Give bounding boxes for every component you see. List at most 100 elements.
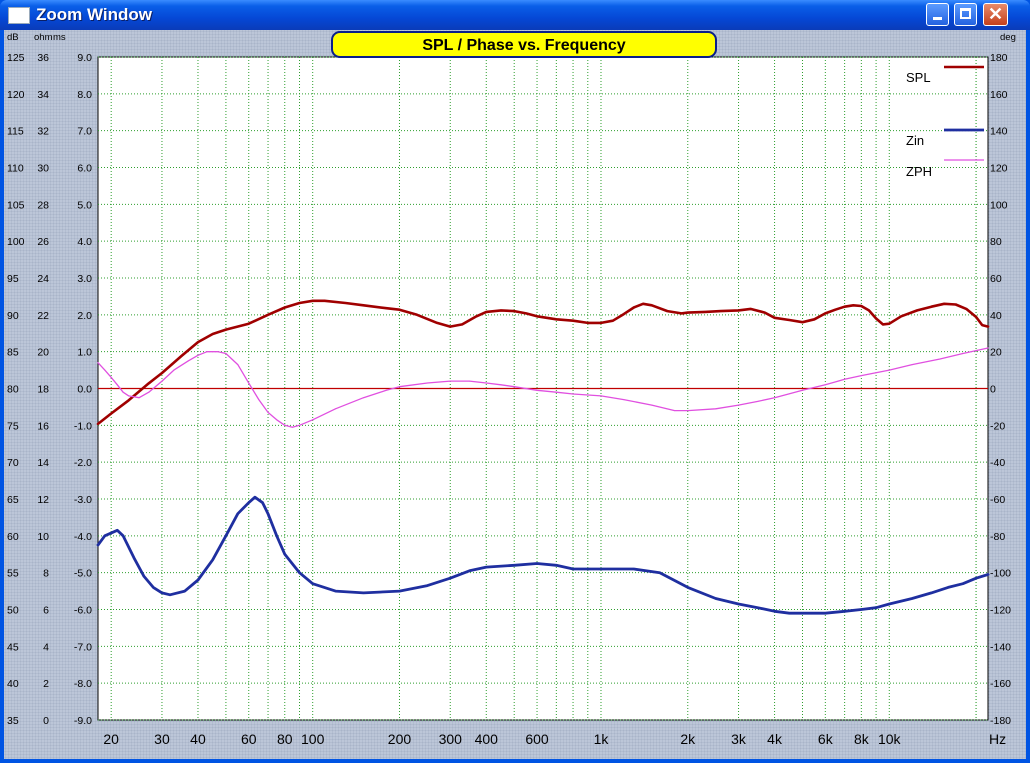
series-spl-point: [587, 322, 589, 324]
xtick-label: 1k: [594, 731, 610, 747]
close-button[interactable]: ✕: [983, 3, 1008, 26]
xtick-label: 300: [439, 731, 463, 747]
series-spl-point: [180, 355, 182, 357]
series-zin-point: [485, 566, 487, 568]
ytick-deg: -20: [990, 420, 1005, 432]
series-zph-point: [860, 375, 862, 377]
series-spl-point: [813, 318, 815, 320]
ytick-db: 40: [7, 678, 19, 690]
ytick-ms: -5.0: [74, 568, 92, 580]
series-zin-point: [426, 585, 428, 587]
series-spl-point: [774, 317, 776, 319]
ytick-ms: 0.0: [77, 384, 92, 396]
series-zin-point: [399, 590, 400, 592]
unit-ohm: ohm: [34, 32, 53, 43]
series-zph-point: [363, 397, 364, 399]
series-zph-point: [757, 400, 759, 402]
ytick-deg: 60: [990, 273, 1002, 285]
series-spl-point: [738, 309, 739, 311]
series-spl-point: [225, 329, 227, 331]
series-zph-point: [138, 397, 140, 399]
series-spl-point: [802, 321, 803, 323]
series-spl-point: [680, 312, 682, 314]
xtick-label: 200: [388, 731, 412, 747]
window-icon[interactable]: [8, 7, 30, 24]
ytick-db: 90: [7, 310, 19, 322]
legend-zin-label: Zin: [906, 133, 924, 148]
ytick-ohm: 26: [37, 236, 49, 248]
title-bar[interactable]: Zoom Window ✕: [0, 0, 1030, 30]
series-zin-point: [738, 603, 739, 605]
ytick-ms: -1.0: [74, 420, 92, 432]
series-zin-point: [267, 513, 269, 515]
xtick-label: 3k: [731, 731, 747, 747]
series-spl-point: [916, 309, 918, 311]
zoom-window: Zoom Window ✕ SPL Zin ZPH 125 36 9.0 120 34 8.0…: [0, 0, 1030, 763]
series-zin-point: [184, 590, 186, 592]
xtick-label: 400: [475, 731, 499, 747]
ytick-ms: -6.0: [74, 605, 92, 617]
ytick-ohm: 30: [37, 163, 49, 175]
series-zph-point: [291, 426, 293, 428]
ytick-deg: 180: [990, 52, 1008, 64]
series-spl-point: [212, 333, 214, 335]
series-zph-point: [485, 382, 487, 384]
series-zin-point: [888, 603, 890, 605]
ytick-db: 110: [7, 163, 24, 175]
ytick-ohm: 2: [43, 678, 49, 690]
series-zph-point: [399, 386, 400, 388]
series-spl-point: [788, 319, 790, 321]
ytick-ms: 1.0: [77, 347, 92, 359]
series-zin-point: [987, 574, 989, 575]
series-zph-point: [276, 419, 278, 421]
xtick-label: 6k: [818, 731, 834, 747]
ytick-db: 80: [7, 384, 19, 396]
series-zin-point: [276, 535, 278, 537]
series-spl-point: [500, 309, 502, 311]
series-zph-point: [122, 391, 124, 393]
series-spl-point: [461, 323, 463, 325]
series-zph-point: [824, 384, 826, 386]
xtick-label: 100: [301, 731, 325, 747]
ytick-ms: 3.0: [77, 273, 92, 285]
chart-title: SPL / Phase vs. Frequency: [422, 37, 625, 54]
xtick-label: 30: [154, 731, 170, 747]
series-zin-point: [169, 594, 171, 596]
series-zin-point: [262, 502, 264, 504]
ytick-ms: 9.0: [77, 52, 92, 64]
maximize-button[interactable]: [954, 3, 977, 26]
ytick-ms: -7.0: [74, 641, 92, 653]
series-zin-point: [802, 612, 803, 614]
series-spl-point: [930, 306, 932, 308]
series-spl-point: [943, 303, 945, 305]
series-spl-point: [720, 310, 722, 312]
ytick-db: 35: [7, 715, 19, 727]
close-icon: ✕: [987, 4, 1004, 24]
ytick-db: 105: [7, 199, 25, 211]
series-zin-point: [788, 612, 790, 614]
series-zph-point: [128, 395, 130, 397]
series-spl-point: [284, 307, 286, 308]
series-zph-point: [513, 386, 515, 388]
series-zph-point: [572, 393, 574, 395]
ytick-ms: 2.0: [77, 310, 92, 322]
ytick-deg: 0: [990, 384, 996, 396]
legend-zph-label: ZPH: [906, 164, 932, 179]
ytick-ohm: 34: [37, 89, 49, 101]
series-zin-point: [197, 579, 199, 581]
ytick-db: 45: [7, 641, 19, 653]
series-zph-point: [187, 360, 189, 362]
series-spl-point: [612, 320, 614, 322]
series-zin-point: [363, 592, 364, 594]
ytick-ohm: 24: [37, 273, 49, 285]
series-zph-point: [715, 408, 717, 410]
ytick-db: 95: [7, 273, 19, 285]
series-spl-point: [875, 318, 877, 319]
minimize-button[interactable]: [926, 3, 949, 26]
series-zph-point: [962, 353, 964, 354]
series-zph-point: [116, 384, 118, 386]
series-zin-point: [254, 496, 256, 498]
series-spl-point: [572, 320, 574, 322]
series-spl-point: [888, 323, 890, 325]
series-zin-point: [225, 535, 227, 537]
